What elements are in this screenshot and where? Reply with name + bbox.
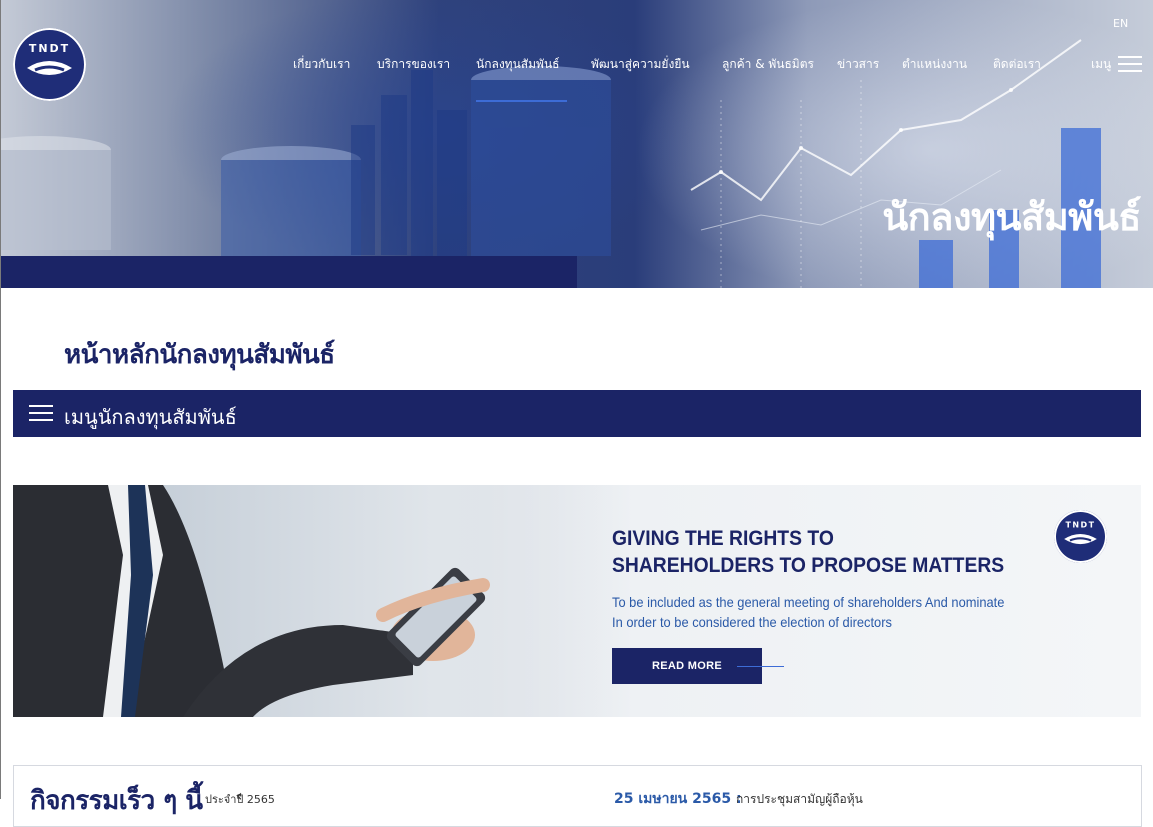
investor-menu-toggle[interactable]: เมนูนักลงทุนสัมพันธ์ [13, 390, 1141, 437]
banner-tndt-logo: TNDT [1054, 510, 1107, 563]
banner-desc-line-1: To be included as the general meeting of… [612, 594, 1005, 610]
tndt-logo-icon: TNDT [27, 42, 72, 75]
hero-banner: TNDT EN เกี่ยวกับเรา บริการของเรา นักลงท… [1, 0, 1153, 288]
nav-item-contact[interactable]: ติดต่อเรา [993, 55, 1041, 74]
nav-item-customers[interactable]: ลูกค้า & พันธมิตร [722, 55, 814, 74]
hamburger-menu-icon[interactable] [1118, 56, 1142, 72]
nav-item-news[interactable]: ข่าวสาร [837, 55, 879, 74]
banner-title-line-2: SHAREHOLDERS TO PROPOSE MATTERS [612, 554, 1005, 577]
nav-item-sustainability[interactable]: พัฒนาสู่ความยั่งยืน [591, 55, 690, 74]
menu-button-label[interactable]: เมนู [1091, 55, 1111, 73]
nav-active-indicator [476, 100, 567, 102]
hero-navy-band [1, 256, 577, 288]
activity-date[interactable]: 25 เมษายน 2565 : [614, 788, 742, 810]
language-switch-en[interactable]: EN [1113, 17, 1128, 30]
banner-logo-icon: TNDT [1064, 520, 1097, 545]
tndt-logo[interactable]: TNDT [13, 28, 86, 101]
activity-text[interactable]: การประชุมสามัญผู้ถือหุ้น [736, 790, 863, 809]
investor-menu-label: เมนูนักลงทุนสัมพันธ์ [64, 405, 237, 429]
upcoming-activities-panel: กิจกรรมเร็ว ๆ นี้ ประจำปี 2565 ‹ 25 เมษา… [13, 765, 1142, 827]
hero-title: นักลงทุนสัมพันธ์ [882, 195, 1141, 239]
hamburger-icon [29, 405, 53, 421]
page-title: หน้าหลักนักลงทุนสัมพันธ์ [64, 340, 335, 370]
banner-title-line-1: GIVING THE RIGHTS TO [612, 527, 834, 550]
nav-item-about[interactable]: เกี่ยวกับเรา [293, 55, 350, 74]
nav-item-investor[interactable]: นักลงทุนสัมพันธ์ [476, 55, 559, 74]
banner-description: To be included as the general meeting of… [612, 592, 1004, 632]
activities-title: กิจกรรมเร็ว ๆ นี้ [30, 786, 203, 816]
banner-title: GIVING THE RIGHTS TO SHAREHOLDERS TO PRO… [612, 525, 1004, 579]
read-more-accent-line [737, 666, 784, 667]
shareholder-rights-banner[interactable]: GIVING THE RIGHTS TO SHAREHOLDERS TO PRO… [13, 485, 1141, 717]
logo-lettering: TNDT [29, 42, 70, 55]
businessman-phone-photo [13, 485, 613, 717]
nav-item-services[interactable]: บริการของเรา [377, 55, 450, 74]
banner-desc-line-2: In order to be considered the election o… [612, 614, 892, 630]
chevron-left-icon[interactable]: ‹ [236, 786, 242, 805]
banner-logo-lettering: TNDT [1066, 520, 1096, 529]
nav-item-careers[interactable]: ตำแหน่งงาน [902, 55, 967, 74]
